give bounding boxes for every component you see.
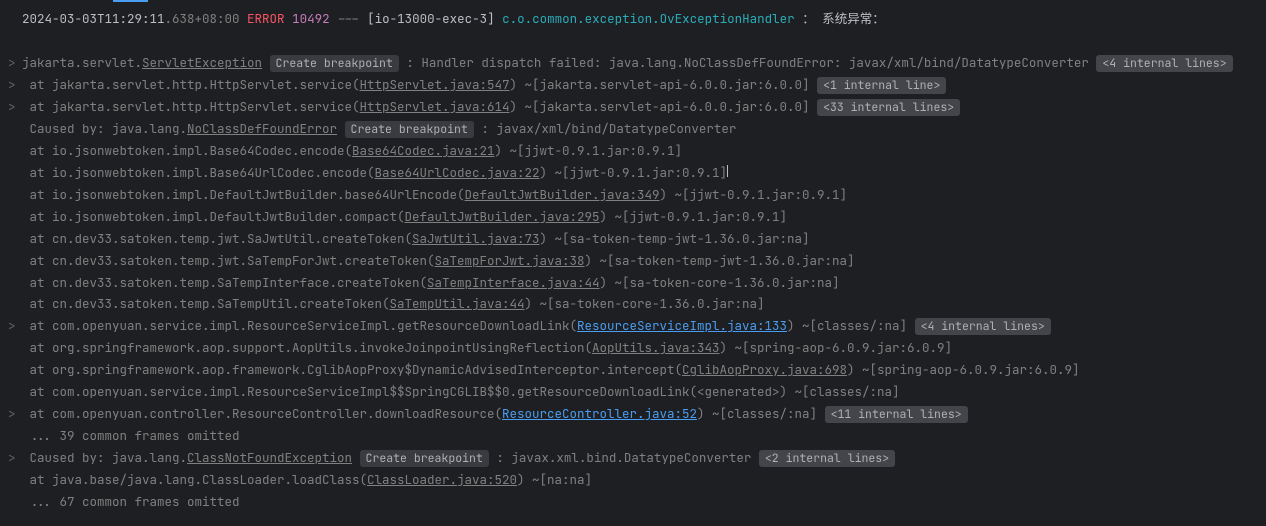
internal-lines-badge[interactable]: <4 internal lines> — [1096, 55, 1232, 72]
source-link[interactable]: SaTempUtil.java:44 — [390, 295, 525, 312]
fold-caret[interactable]: > — [8, 96, 22, 118]
stack-frame: at cn.dev33.satoken.temp.SaTempInterface… — [0, 272, 1266, 294]
stack-frame: at org.springframework.aop.framework.Cgl… — [0, 359, 1266, 381]
pid: 10492 — [292, 10, 330, 27]
source-link[interactable]: SaTempInterface.java:44 — [427, 274, 600, 291]
frames-omitted: ... 39 common frames omitted — [0, 425, 1266, 447]
internal-lines-badge[interactable]: <4 internal lines> — [915, 318, 1051, 335]
frames-omitted: ... 67 common frames omitted — [0, 491, 1266, 513]
stack-frame: > at jakarta.servlet.http.HttpServlet.se… — [0, 74, 1266, 96]
text-cursor — [727, 165, 728, 178]
stack-frame: at java.base/java.lang.ClassLoader.loadC… — [0, 469, 1266, 491]
fold-caret[interactable]: > — [8, 74, 22, 96]
source-link[interactable]: DefaultJwtBuilder.java:295 — [405, 208, 600, 225]
stack-frame: at io.jsonwebtoken.impl.Base64UrlCodec.e… — [0, 162, 1266, 184]
create-breakpoint-button[interactable]: Create breakpoint — [270, 55, 399, 72]
source-link[interactable]: CglibAopProxy.java:698 — [682, 361, 847, 378]
stack-frame: > at com.openyuan.service.impl.ResourceS… — [0, 315, 1266, 337]
exception-line: >jakarta.servlet.ServletException Create… — [0, 52, 1266, 74]
source-link[interactable]: SaJwtUtil.java:73 — [412, 230, 540, 247]
create-breakpoint-button[interactable]: Create breakpoint — [360, 450, 489, 467]
source-link[interactable]: ResourceController.java:52 — [502, 405, 697, 422]
exception-link[interactable]: NoClassDefFoundError — [187, 120, 337, 137]
stack-frame: at cn.dev33.satoken.temp.jwt.SaTempForJw… — [0, 250, 1266, 272]
stack-frame: > at com.openyuan.controller.ResourceCon… — [0, 403, 1266, 425]
fold-caret[interactable]: > — [8, 315, 22, 337]
internal-lines-badge[interactable]: <33 internal lines> — [817, 99, 960, 116]
thread: [io-13000-exec-3] — [367, 10, 495, 27]
exception-link[interactable]: ClassNotFoundException — [187, 449, 352, 466]
source-link[interactable]: ClassLoader.java:520 — [367, 471, 517, 488]
log-header: 2024-03-03T11:29:11.638+08:00 ERROR 1049… — [0, 8, 1266, 30]
caused-by-line: > Caused by: java.lang.ClassNotFoundExce… — [0, 447, 1266, 469]
stack-frame: at cn.dev33.satoken.temp.SaTempUtil.crea… — [0, 293, 1266, 315]
stack-frame: at io.jsonwebtoken.impl.DefaultJwtBuilde… — [0, 184, 1266, 206]
caused-by-line: Caused by: java.lang.NoClassDefFoundErro… — [0, 118, 1266, 140]
create-breakpoint-button[interactable]: Create breakpoint — [345, 121, 474, 138]
stack-frame: at com.openyuan.service.impl.ResourceSer… — [0, 381, 1266, 403]
stack-frame: at io.jsonwebtoken.impl.Base64Codec.enco… — [0, 140, 1266, 162]
logger: c.o.common.exception.OvExceptionHandler — [502, 10, 795, 27]
source-link[interactable]: HttpServlet.java:547 — [360, 76, 510, 93]
source-link[interactable]: AopUtils.java:343 — [592, 339, 720, 356]
source-link[interactable]: Base64UrlCodec.java:22 — [375, 164, 540, 181]
stack-frame: at io.jsonwebtoken.impl.DefaultJwtBuilde… — [0, 206, 1266, 228]
internal-lines-badge[interactable]: <11 internal lines> — [825, 406, 968, 423]
source-link[interactable]: ResourceServiceImpl.java:133 — [577, 317, 787, 334]
stack-frame: > at jakarta.servlet.http.HttpServlet.se… — [0, 96, 1266, 118]
exception-link[interactable]: ServletException — [142, 54, 262, 71]
source-link[interactable]: HttpServlet.java:614 — [360, 98, 510, 115]
fold-caret[interactable]: > — [8, 447, 22, 469]
stack-frame: at cn.dev33.satoken.temp.jwt.SaJwtUtil.c… — [0, 228, 1266, 250]
source-link[interactable]: Base64Codec.java:21 — [352, 142, 495, 159]
internal-lines-badge[interactable]: <2 internal lines> — [759, 450, 895, 467]
log-message: 系统异常： — [822, 10, 885, 27]
internal-lines-badge[interactable]: <1 internal line> — [817, 77, 946, 94]
fold-caret[interactable]: > — [8, 52, 22, 74]
stack-frame: at org.springframework.aop.support.AopUt… — [0, 337, 1266, 359]
source-link[interactable]: SaTempForJwt.java:38 — [435, 252, 585, 269]
source-link[interactable]: DefaultJwtBuilder.java:349 — [465, 186, 660, 203]
fold-caret[interactable]: > — [8, 403, 22, 425]
timestamp: 2024-03-03T11:29:11.638+08:00 — [22, 10, 240, 27]
log-level: ERROR — [247, 10, 285, 27]
empty-line — [0, 30, 1266, 52]
